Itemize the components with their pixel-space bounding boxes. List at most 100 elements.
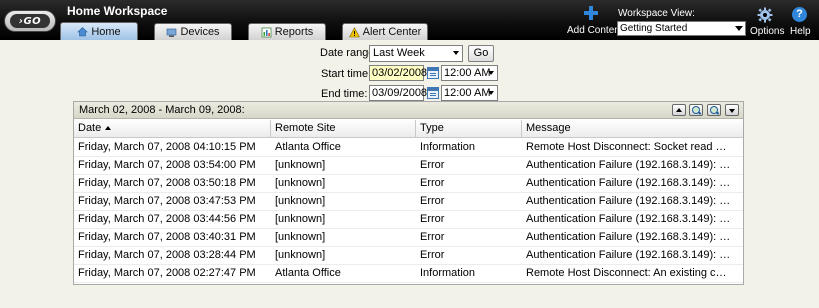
table-row[interactable]: Friday, March 07, 2008 03:47:53 PM [unkno… [74,193,743,211]
cell-type: Information [420,267,476,279]
cell-type: Error [420,195,445,207]
workspace-view-label: Workspace View: [618,8,695,19]
cell-remote-site: [unknown] [275,195,326,207]
end-calendar-icon[interactable] [427,87,439,99]
table-row[interactable]: Friday, March 07, 2008 03:50:18 PM [unkno… [74,175,743,193]
sort-ascending-icon [105,126,112,130]
cell-message: Remote Host Disconnect: An existing conn… [526,267,731,279]
table-row[interactable]: Friday, March 07, 2008 02:27:47 PM Atlant… [74,265,743,283]
start-time-value: 12:00 AM [444,67,491,79]
cell-message: Authentication Failure (192.168.3.149): … [526,249,731,261]
devices-icon [167,28,177,37]
options-label: Options [750,26,785,37]
chevron-down-icon [488,91,494,95]
cell-remote-site: [unknown] [275,213,326,225]
cell-type: Error [420,159,445,171]
add-content-label: Add Content [567,25,623,36]
cell-date: Friday, March 07, 2008 03:44:56 PM [78,213,256,225]
cell-type: Error [420,177,445,189]
apply-go-button[interactable]: Go [468,45,494,62]
table-row[interactable]: Friday, March 07, 2008 03:40:31 PM [unkno… [74,229,743,247]
end-time-label: End time: [321,88,368,100]
grid-date-range: March 02, 2008 - March 09, 2008: [79,104,245,116]
tab-home[interactable]: Home [60,22,138,40]
end-date-input[interactable]: 03/09/2008 [369,85,427,101]
cell-remote-site: Atlanta Office [275,267,341,279]
table-row[interactable]: Friday, March 07, 2008 03:28:44 PM [unkno… [74,247,743,265]
cell-date: Friday, March 07, 2008 03:47:53 PM [78,195,256,207]
help-button[interactable]: ? Help [789,7,811,37]
column-header-message[interactable]: Message [522,120,743,138]
end-time-select[interactable]: 12:00 AM [441,85,498,101]
cell-date: Friday, March 07, 2008 03:40:31 PM [78,231,256,243]
cell-remote-site: [unknown] [275,177,326,189]
home-icon [77,27,89,37]
cell-remote-site: Atlanta Office [275,141,341,153]
cell-remote-site: [unknown] [275,249,326,261]
chevron-down-icon [488,71,494,75]
cell-message: Authentication Failure (192.168.3.149): … [526,195,731,207]
cell-date: Friday, March 07, 2008 03:50:18 PM [78,177,256,189]
go-button[interactable]: › GO [4,10,56,32]
workspace-title: Home Workspace [67,4,168,18]
column-header-remote-site[interactable]: Remote Site [271,120,416,138]
start-date-input[interactable]: 03/02/2008 [369,65,427,81]
cell-message: Authentication Failure (192.168.3.149): … [526,177,731,189]
cell-date: Friday, March 07, 2008 03:54:00 PM [78,159,256,171]
cell-remote-site: [unknown] [275,231,326,243]
start-time-label: Start time: [321,68,372,80]
cell-date: Friday, March 07, 2008 03:28:44 PM [78,249,256,261]
workspace-view-value: Getting Started [620,23,688,34]
date-range-select[interactable]: Last Week [369,45,463,62]
cell-type: Error [420,249,445,261]
table-row[interactable]: Friday, March 07, 2008 03:54:00 PM [unkno… [74,157,743,175]
start-time-select[interactable]: 12:00 AM [441,65,498,81]
zoom-out-icon[interactable] [707,104,721,116]
grid-title-bar: March 02, 2008 - March 09, 2008: [74,102,743,119]
column-header-date-label: Date [78,122,102,134]
collapse-up-button[interactable] [672,104,686,116]
tab-home-label: Home [91,25,121,38]
cell-message: Authentication Failure (192.168.3.149): … [526,231,731,243]
cell-date: Friday, March 07, 2008 02:27:47 PM [78,267,256,279]
start-calendar-icon[interactable] [427,67,439,79]
main-tabs: Home Devices Reports Alert Center [60,22,428,40]
column-header-type[interactable]: Type [416,120,522,138]
help-icon: ? [792,7,807,22]
tab-alert-center-label: Alert Center [362,26,422,38]
expand-down-button[interactable] [725,104,739,116]
table-row[interactable]: Friday, March 07, 2008 04:10:15 PM Atlant… [74,139,743,157]
workspace-view-select[interactable]: Getting Started [617,21,746,36]
events-grid: March 02, 2008 - March 09, 2008: Date Re… [73,101,744,285]
add-content-button[interactable]: Add Content [566,6,623,38]
cell-type: Error [420,231,445,243]
gear-icon [757,7,773,23]
alert-icon [348,26,360,37]
date-range-value: Last Week [373,47,425,59]
cell-type: Information [420,141,476,153]
cell-remote-site: [unknown] [275,159,326,171]
chevron-down-icon [453,51,459,55]
grid-column-headers: Date Remote Site Type Message [74,120,743,138]
tab-reports-label: Reports [274,26,314,38]
cell-date: Friday, March 07, 2008 04:10:15 PM [78,141,256,153]
column-header-date[interactable]: Date [74,120,271,138]
tab-devices-label: Devices [180,26,220,38]
plus-icon [584,6,598,20]
grid-rows: Friday, March 07, 2008 04:10:15 PM Atlant… [74,139,743,283]
options-button[interactable]: Options [750,7,784,37]
cell-type: Error [420,213,445,225]
cell-message: Authentication Failure (192.168.3.149): … [526,213,731,225]
zoom-in-icon[interactable] [689,104,703,116]
tab-devices[interactable]: Devices [154,23,232,40]
reports-icon [261,27,272,37]
table-row[interactable]: Friday, March 07, 2008 03:44:56 PM [unkno… [74,211,743,229]
end-time-value: 12:00 AM [444,87,491,99]
tab-reports[interactable]: Reports [248,23,326,40]
cell-message: Remote Host Disconnect: Socket read erro… [526,141,731,153]
help-label: Help [790,26,811,37]
tab-alert-center[interactable]: Alert Center [342,23,428,40]
chevron-down-icon [735,26,743,31]
cell-message: Authentication Failure (192.168.3.149): … [526,159,731,171]
top-header: › GO Home Workspace Home Devices Reports … [0,0,819,40]
